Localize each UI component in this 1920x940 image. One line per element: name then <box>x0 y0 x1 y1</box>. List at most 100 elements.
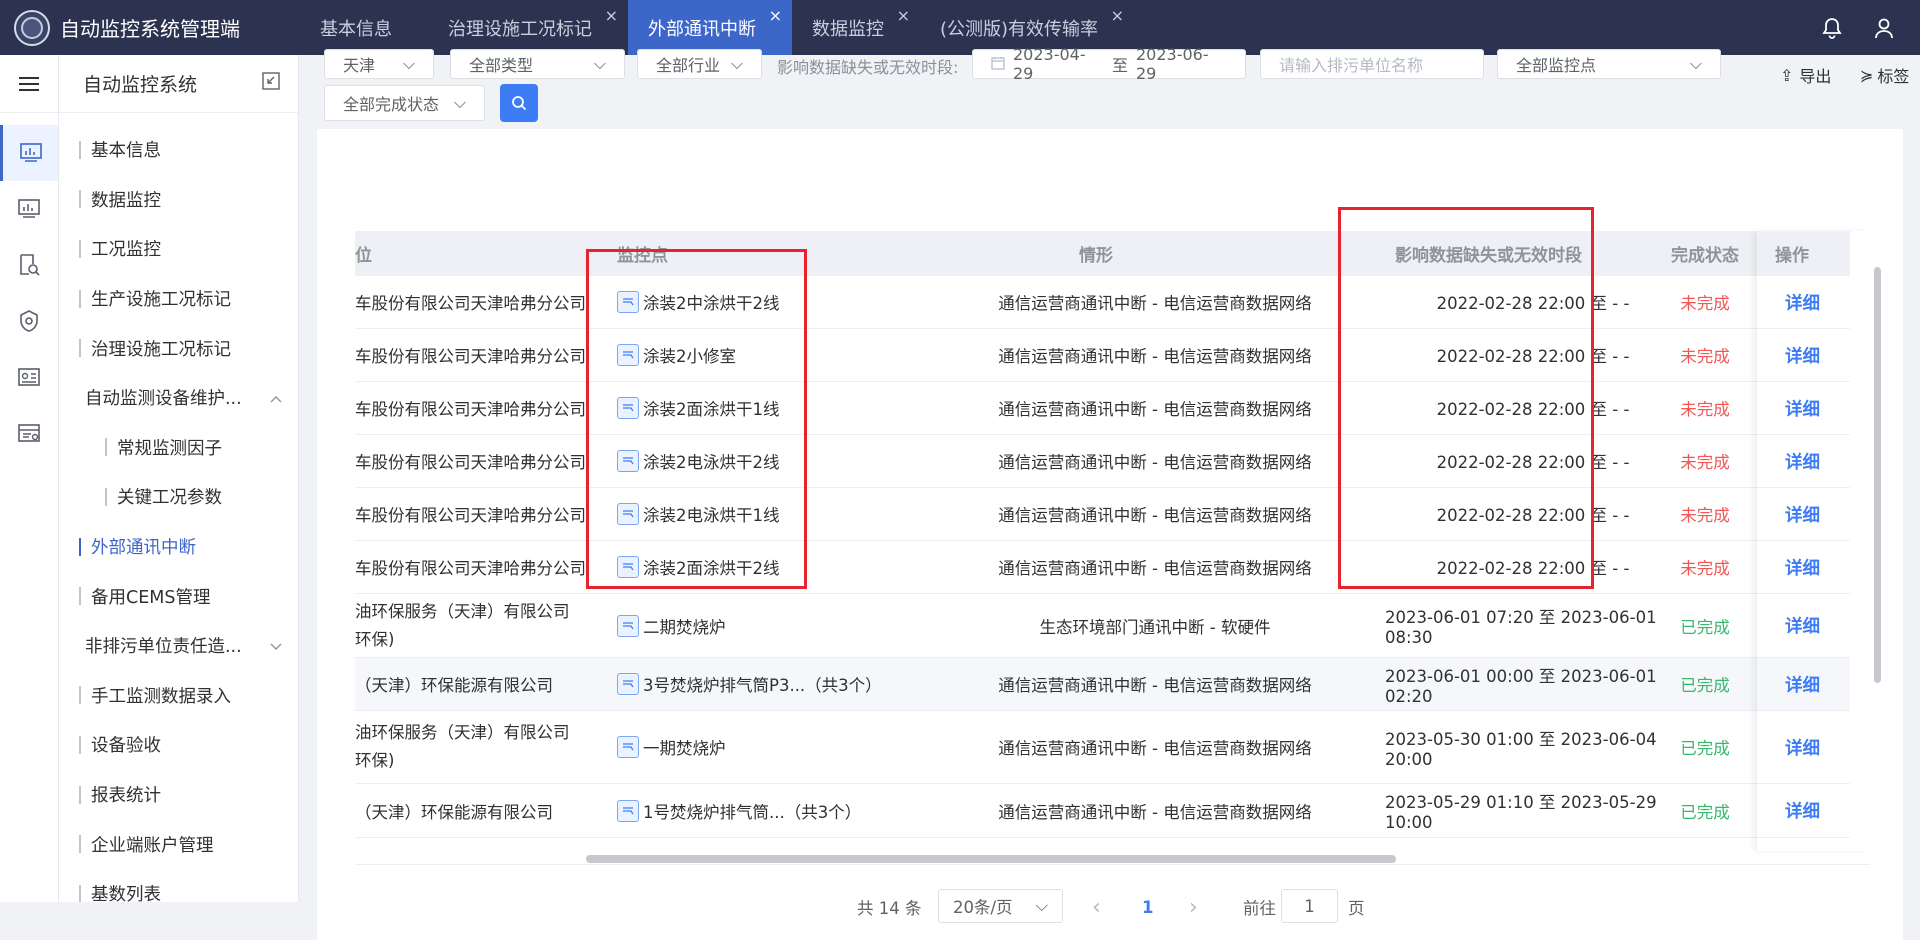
sidebar-item-1[interactable]: 数据监控 <box>59 175 298 225</box>
horizontal-scrollbar[interactable] <box>586 855 1396 863</box>
monitor-point-select[interactable]: 全部监控点 ⌵ <box>1497 49 1721 79</box>
completion-status-select[interactable]: 全部完成状态 ⌵ <box>324 85 485 121</box>
company-name-line2: 环保) <box>355 751 395 770</box>
detail-link[interactable]: 详细 <box>1755 784 1850 837</box>
rail-chart-icon[interactable] <box>0 181 58 237</box>
sidebar-item-5[interactable]: 自动监测设备维护... <box>59 373 298 423</box>
page-1[interactable]: 1 <box>1142 889 1153 925</box>
export-button[interactable]: ⇪ 导出 <box>1780 63 1831 87</box>
sidebar-item-15[interactable]: 基数列表 <box>59 869 298 902</box>
sidebar-item-label: 报表统计 <box>91 786 161 807</box>
tab-2[interactable]: 外部通讯中断 × <box>628 0 792 55</box>
detail-link[interactable]: 详细 <box>1755 276 1850 328</box>
col-situation: 情形 <box>1079 246 1113 266</box>
table-row[interactable]: 车股份有限公司天津哈弗分公司 涂装2中涂烘干2线 通信运营商通讯中断 - 电信运… <box>355 276 1850 329</box>
close-icon[interactable]: × <box>605 6 618 25</box>
detail-link[interactable]: 详细 <box>1755 711 1850 783</box>
sidebar-item-8[interactable]: 外部通讯中断 <box>59 522 298 572</box>
double-chevron-down-icon: ≽ <box>1860 65 1874 85</box>
close-icon[interactable]: × <box>1111 6 1124 25</box>
table-row[interactable]: 车股份有限公司天津哈弗分公司 涂装2小修室 通信运营商通讯中断 - 电信运营商数… <box>355 329 1850 382</box>
sidebar-item-label: 非排污单位责任造... <box>85 637 242 658</box>
prev-page-button[interactable]: ‹ <box>1092 889 1101 925</box>
rail-search-doc-icon[interactable] <box>0 237 58 293</box>
sidebar-item-0[interactable]: 基本信息 <box>59 125 298 175</box>
company-search-input[interactable]: 请输入排污单位名称 <box>1260 49 1484 79</box>
sidebar-item-13[interactable]: 报表统计 <box>59 770 298 820</box>
sidebar: 自动监控系统 基本信息 数据监控 工况监控 生产设施工况标记治理设施工况标记自动监测设… <box>59 55 299 902</box>
sidebar-item-3[interactable]: 生产设施工况标记 <box>59 274 298 324</box>
sidebar-item-7[interactable]: 关键工况参数 <box>59 472 298 522</box>
table-row[interactable]: 车股份有限公司天津哈弗分公司 涂装2电泳烘干1线 通信运营商通讯中断 - 电信运… <box>355 488 1850 541</box>
table-divider <box>355 864 1870 865</box>
tab-0[interactable]: 基本信息 <box>300 0 428 55</box>
rail-card-icon[interactable] <box>0 349 58 405</box>
type-select[interactable]: 全部类型 ⌵ <box>450 49 625 79</box>
detail-link[interactable]: 详细 <box>1755 658 1850 710</box>
sidebar-item-6[interactable]: 常规监测因子 <box>59 423 298 473</box>
tag-button[interactable]: ≽ 标签 <box>1860 63 1909 87</box>
table-row[interactable]: （天津）环保能源有限公司 3号焚烧炉排气筒P3...（共3个） 通信运营商通讯中… <box>355 658 1850 711</box>
hamburger-icon[interactable] <box>0 55 58 113</box>
sidebar-item-4[interactable]: 治理设施工况标记 <box>59 323 298 373</box>
sidebar-item-label: 设备验收 <box>91 736 161 757</box>
sidebar-item-9[interactable]: 备用CEMS管理 <box>59 571 298 621</box>
close-icon[interactable]: × <box>897 6 910 25</box>
date-range-picker[interactable]: 2023-04-29 至 2023-06-29 <box>972 45 1246 83</box>
status-badge: 已完成 <box>1680 802 1730 822</box>
sidebar-item-label: 治理设施工况标记 <box>91 339 231 360</box>
table-row[interactable]: 车股份有限公司天津哈弗分公司 涂装2电泳烘干2线 通信运营商通讯中断 - 电信运… <box>355 435 1850 488</box>
chevron-down-icon: ⌵ <box>1689 54 1702 73</box>
table-row[interactable]: 油环保服务（天津）有限公司 环保) 一期焚烧炉 通信运营商通讯中断 - 电信运营商… <box>355 711 1850 784</box>
monitor-point-name: 3号焚烧炉排气筒P3...（共3个） <box>643 676 882 695</box>
detail-link[interactable]: 详细 <box>1755 435 1850 487</box>
sidebar-title: 自动监控系统 <box>83 74 198 96</box>
close-icon[interactable]: × <box>769 6 782 25</box>
collapse-icon[interactable] <box>262 72 280 95</box>
status-badge: 未完成 <box>1680 506 1730 525</box>
rail-monitor-icon[interactable] <box>0 125 58 181</box>
rail-shield-icon[interactable] <box>0 293 58 349</box>
sidebar-item-10[interactable]: 非排污单位责任造... <box>59 621 298 671</box>
detail-link[interactable]: 详细 <box>1755 382 1850 434</box>
status-badge: 已完成 <box>1680 739 1730 758</box>
bell-icon[interactable] <box>1820 16 1844 40</box>
user-icon[interactable] <box>1872 16 1896 40</box>
table-row[interactable]: 车股份有限公司天津哈弗分公司 涂装2面涂烘干1线 通信运营商通讯中断 - 电信运… <box>355 382 1850 435</box>
cell-monitor-point: 3号焚烧炉排气筒P3...（共3个） <box>617 658 882 710</box>
tab-1[interactable]: 治理设施工况标记 × <box>428 0 628 55</box>
total-count: 共 14 条 <box>857 899 922 918</box>
region-select[interactable]: 天津 ⌵ <box>324 49 434 79</box>
sidebar-item-14[interactable]: 企业端账户管理 <box>59 819 298 869</box>
detail-link[interactable]: 详细 <box>1755 488 1850 540</box>
next-page-button[interactable]: › <box>1189 889 1198 925</box>
sidebar-item-2[interactable]: 工况监控 <box>59 224 298 274</box>
table-row[interactable]: （天津）环保能源有限公司 1号焚烧炉排气筒...（共3个） 通信运营商通讯中断 … <box>355 784 1850 838</box>
table-header: 位 监控点 情形 影响数据缺失或无效时段 完成状态 操作 <box>355 231 1850 276</box>
icon-rail <box>0 55 59 902</box>
table-row[interactable]: 油环保服务（天津）有限公司 环保) 二期焚烧炉 生态环境部门通讯中断 - 软硬件 … <box>355 594 1850 658</box>
detail-link[interactable]: 详细 <box>1755 541 1850 593</box>
rail-table-icon[interactable] <box>0 405 58 461</box>
industry-select[interactable]: 全部行业 ⌵ <box>637 49 762 79</box>
col-company: 位 <box>355 246 372 266</box>
company-name: 车股份有限公司天津哈弗分公司 <box>355 347 585 366</box>
vertical-scrollbar[interactable] <box>1874 267 1881 683</box>
cell-monitor-point: 1号焚烧炉排气筒...（共3个） <box>617 784 861 837</box>
page-size-select[interactable]: 20条/页 ⌵ <box>938 889 1063 923</box>
status-badge: 已完成 <box>1680 617 1730 637</box>
goto-page-input[interactable]: 1 <box>1281 889 1338 923</box>
detail-link[interactable]: 详细 <box>1755 594 1850 657</box>
sidebar-item-12[interactable]: 设备验收 <box>59 720 298 770</box>
cell-company: 车股份有限公司天津哈弗分公司 <box>355 488 585 540</box>
detail-link[interactable]: 详细 <box>1755 329 1850 381</box>
search-button[interactable] <box>500 84 538 122</box>
tab-3[interactable]: 数据监控 × <box>792 0 920 55</box>
status-badge: 未完成 <box>1680 347 1730 366</box>
monitor-point-icon <box>617 736 639 758</box>
table-row[interactable]: 车股份有限公司天津哈弗分公司 涂装2面涂烘干2线 通信运营商通讯中断 - 电信运… <box>355 541 1850 594</box>
cell-situation: 通信运营商通讯中断 - 电信运营商数据网络 <box>998 802 1312 822</box>
date-end: 2023-06-29 <box>1136 45 1209 83</box>
menu-bar-marker <box>79 190 81 209</box>
sidebar-item-11[interactable]: 手工监测数据录入 <box>59 671 298 721</box>
